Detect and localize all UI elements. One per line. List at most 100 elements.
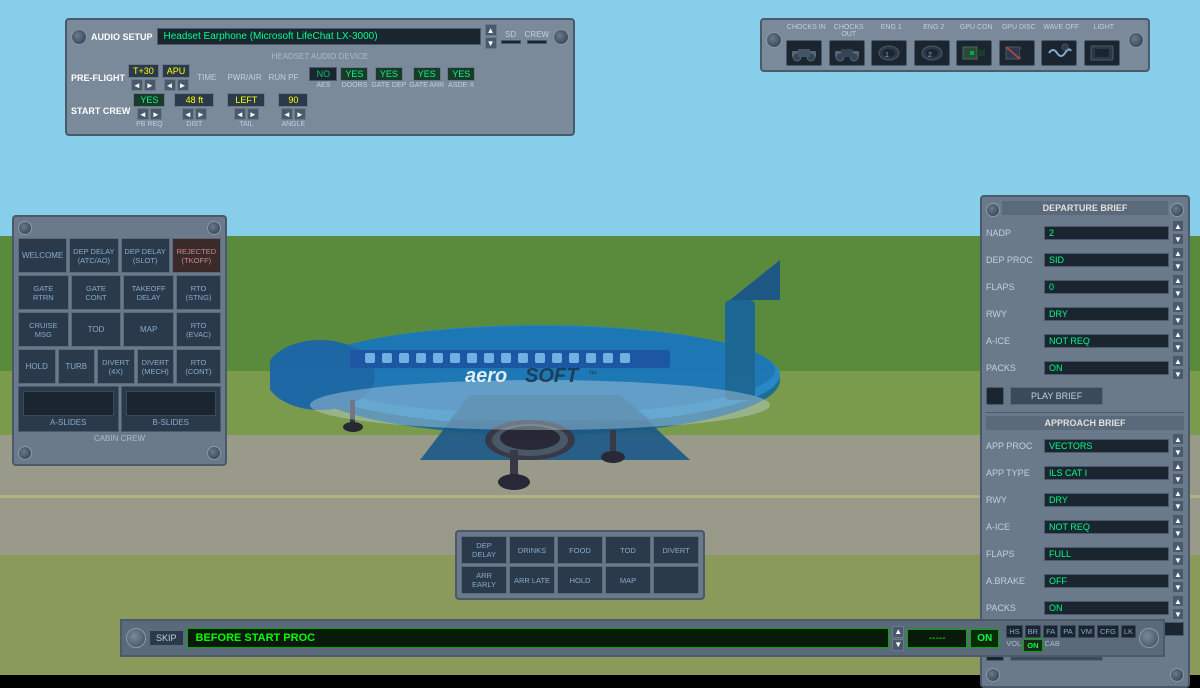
status-knob-left[interactable] bbox=[126, 628, 146, 648]
light-btn[interactable] bbox=[1084, 40, 1120, 66]
nadp-down[interactable]: ▼ bbox=[1172, 233, 1184, 245]
dep-packs-up[interactable]: ▲ bbox=[1172, 355, 1184, 367]
app-type-up[interactable]: ▲ bbox=[1172, 460, 1184, 472]
ground-knob-right[interactable] bbox=[1128, 32, 1144, 48]
eng1-btn[interactable]: 1 bbox=[871, 40, 907, 66]
divert-bottom-btn[interactable]: DIVERT bbox=[653, 536, 699, 564]
app-rwy-down[interactable]: ▼ bbox=[1172, 500, 1184, 512]
tod-bottom-btn[interactable]: TOD bbox=[605, 536, 651, 564]
yes-up[interactable]: ► bbox=[150, 108, 162, 120]
crew-knob-br[interactable] bbox=[207, 446, 221, 460]
chocks-in-btn[interactable] bbox=[786, 40, 822, 66]
app-rwy-up[interactable]: ▲ bbox=[1172, 487, 1184, 499]
app-type-down[interactable]: ▼ bbox=[1172, 473, 1184, 485]
dist-btn[interactable]: 48 ft bbox=[174, 93, 214, 107]
yes-down[interactable]: ◄ bbox=[137, 108, 149, 120]
t30-down[interactable]: ◄ bbox=[131, 79, 143, 91]
gpu-con-btn[interactable] bbox=[956, 40, 992, 66]
angle-btn[interactable]: 90 bbox=[278, 93, 308, 107]
nadp-up[interactable]: ▲ bbox=[1172, 220, 1184, 232]
status-knob-right[interactable] bbox=[1139, 628, 1159, 648]
a-slides-btn[interactable]: A-SLIDES bbox=[18, 386, 119, 432]
dist-up[interactable]: ► bbox=[195, 108, 207, 120]
dep-aice-down[interactable]: ▼ bbox=[1172, 341, 1184, 353]
dep-flaps-down[interactable]: ▼ bbox=[1172, 287, 1184, 299]
gate-rtrn-btn[interactable]: GATERTRN bbox=[18, 275, 69, 310]
turb-btn[interactable]: TURB bbox=[58, 349, 96, 384]
a-brake-down[interactable]: ▼ bbox=[1172, 581, 1184, 593]
chocks-out-btn[interactable] bbox=[829, 40, 865, 66]
dep-aice-up[interactable]: ▲ bbox=[1172, 328, 1184, 340]
left-btn[interactable]: LEFT bbox=[227, 93, 265, 107]
rto-evac-btn[interactable]: RTO(EVAC) bbox=[176, 312, 221, 347]
yes-gate-dep-btn[interactable]: YES bbox=[413, 67, 441, 81]
gpu-disc-btn[interactable] bbox=[999, 40, 1035, 66]
dep-proc-up[interactable]: ▲ bbox=[1172, 247, 1184, 259]
brief-knob-br[interactable] bbox=[1170, 668, 1184, 682]
dep-flaps-up[interactable]: ▲ bbox=[1172, 274, 1184, 286]
audio-knob-left[interactable] bbox=[71, 29, 87, 45]
app-packs-up[interactable]: ▲ bbox=[1172, 595, 1184, 607]
eng2-btn[interactable]: 2 bbox=[914, 40, 950, 66]
tod-btn[interactable]: TOD bbox=[71, 312, 122, 347]
map-btn[interactable]: MAP bbox=[123, 312, 174, 347]
left-up[interactable]: ► bbox=[247, 108, 259, 120]
app-proc-up[interactable]: ▲ bbox=[1172, 433, 1184, 445]
crew-knob-tl[interactable] bbox=[18, 221, 32, 235]
dep-delay-slot-btn[interactable]: DEP DELAY(SLOT) bbox=[121, 238, 170, 273]
arr-late-btn[interactable]: ARR LATE bbox=[509, 566, 555, 594]
skip-btn[interactable]: SKIP bbox=[149, 630, 184, 646]
dep-rwy-down[interactable]: ▼ bbox=[1172, 314, 1184, 326]
hold-btn[interactable]: HOLD bbox=[18, 349, 56, 384]
angle-up[interactable]: ► bbox=[294, 108, 306, 120]
cruise-msg-btn[interactable]: CRUISEMSG bbox=[18, 312, 69, 347]
map-bottom-btn[interactable]: MAP bbox=[605, 566, 651, 594]
drinks-btn[interactable]: DRINKS bbox=[509, 536, 555, 564]
ground-knob-left[interactable] bbox=[766, 32, 782, 48]
audio-device-down[interactable]: ▼ bbox=[485, 37, 497, 49]
app-proc-down[interactable]: ▼ bbox=[1172, 446, 1184, 458]
left-down[interactable]: ◄ bbox=[234, 108, 246, 120]
proc-up[interactable]: ▲ bbox=[892, 626, 904, 638]
app-flaps-down[interactable]: ▼ bbox=[1172, 554, 1184, 566]
food-btn[interactable]: FOOD bbox=[557, 536, 603, 564]
rto-stng-btn[interactable]: RTO(STNG) bbox=[176, 275, 221, 310]
apu-btn[interactable]: APU bbox=[162, 64, 191, 78]
angle-down[interactable]: ◄ bbox=[281, 108, 293, 120]
brief-knob-tr[interactable] bbox=[1170, 203, 1184, 217]
dep-proc-down[interactable]: ▼ bbox=[1172, 260, 1184, 272]
dep-delay-bottom-btn[interactable]: DEP DELAY bbox=[461, 536, 507, 564]
dep-play-brief-btn[interactable]: PLAY BRIEF bbox=[1010, 387, 1103, 405]
app-packs-down[interactable]: ▼ bbox=[1172, 608, 1184, 620]
dep-rwy-up[interactable]: ▲ bbox=[1172, 301, 1184, 313]
apu-up[interactable]: ► bbox=[177, 79, 189, 91]
t30-btn[interactable]: T+30 bbox=[128, 64, 159, 78]
app-flaps-up[interactable]: ▲ bbox=[1172, 541, 1184, 553]
yes-gate-arr-btn[interactable]: YES bbox=[447, 67, 475, 81]
dep-packs-down[interactable]: ▼ bbox=[1172, 368, 1184, 380]
yes-doors-btn[interactable]: YES bbox=[375, 67, 403, 81]
welcome-btn[interactable]: WELCOME bbox=[18, 238, 67, 273]
gate-cont-btn[interactable]: GATECONT bbox=[71, 275, 122, 310]
b-slides-btn[interactable]: B-SLIDES bbox=[121, 386, 222, 432]
yes-start-btn[interactable]: YES bbox=[133, 93, 165, 107]
audio-knob-right[interactable] bbox=[553, 29, 569, 45]
takeoff-delay-btn[interactable]: TAKEOFFDELAY bbox=[123, 275, 174, 310]
sd-btn[interactable] bbox=[501, 40, 521, 44]
crew-btn[interactable] bbox=[527, 40, 547, 44]
a-brake-up[interactable]: ▲ bbox=[1172, 568, 1184, 580]
audio-device-up[interactable]: ▲ bbox=[485, 24, 497, 36]
t30-up[interactable]: ► bbox=[144, 79, 156, 91]
apu-down[interactable]: ◄ bbox=[164, 79, 176, 91]
app-aice-down[interactable]: ▼ bbox=[1172, 527, 1184, 539]
app-aice-up[interactable]: ▲ bbox=[1172, 514, 1184, 526]
rto-cont-btn[interactable]: RTO(CONT) bbox=[176, 349, 221, 384]
brief-knob-tl[interactable] bbox=[986, 203, 1000, 217]
dist-down[interactable]: ◄ bbox=[182, 108, 194, 120]
arr-early-btn[interactable]: ARR EARLY bbox=[461, 566, 507, 594]
proc-down[interactable]: ▼ bbox=[892, 639, 904, 651]
no-btn[interactable]: NO bbox=[309, 67, 337, 81]
crew-knob-bl[interactable] bbox=[18, 446, 32, 460]
divert-mech-btn[interactable]: DIVERT(MECH) bbox=[137, 349, 175, 384]
dep-delay-atcao-btn[interactable]: DEP DELAY(ATC/AO) bbox=[69, 238, 118, 273]
